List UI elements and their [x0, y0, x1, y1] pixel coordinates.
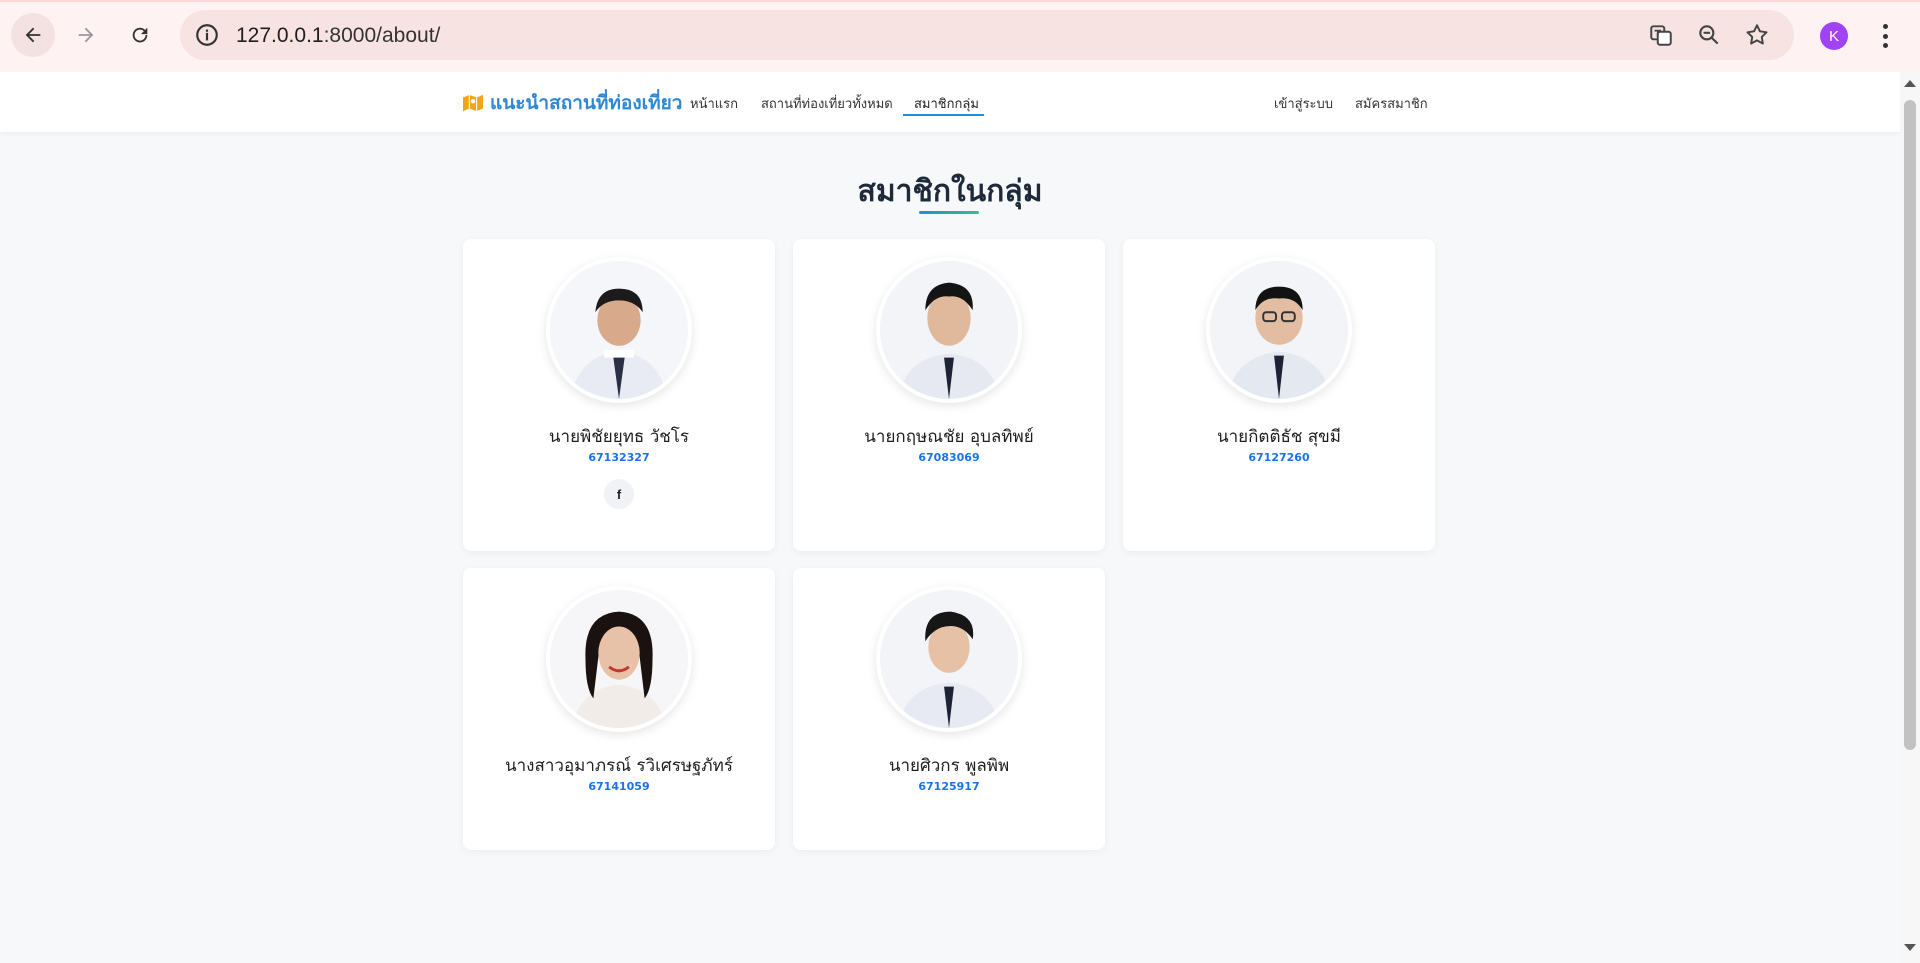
- member-card: นางสาวอุมาภรณ์ รวิเศรษฐภัทร์ 67141059: [463, 568, 775, 850]
- nav-link-members[interactable]: สมาชิกกลุ่ม: [914, 93, 979, 114]
- login-link[interactable]: เข้าสู่ระบบ: [1274, 93, 1333, 114]
- forward-arrow-icon: [78, 27, 94, 43]
- member-name: นายพิชัยยุทธ วัชโร: [548, 427, 690, 447]
- url-path: :8000/about/: [323, 24, 441, 47]
- site-navbar: แนะนำสถานที่ท่องเที่ยว หน้าแรก สถานที่ท่…: [0, 72, 1900, 132]
- nav-active-indicator: [903, 114, 984, 116]
- scrollbar-thumb[interactable]: [1904, 100, 1916, 750]
- nav-link-home[interactable]: หน้าแรก: [690, 93, 738, 114]
- brand-text: แนะนำสถานที่ท่องเที่ยว: [490, 92, 683, 114]
- member-id: 67125917: [918, 780, 980, 793]
- translate-icon[interactable]: [1648, 22, 1674, 48]
- bookmark-star-icon[interactable]: [1744, 22, 1770, 48]
- member-id: 67127260: [1248, 451, 1310, 464]
- url-host: 127.0.0.1: [236, 24, 324, 47]
- member-id: 67141059: [588, 780, 650, 793]
- browser-menu-icon[interactable]: [1875, 20, 1895, 52]
- nav-link-all-places[interactable]: สถานที่ท่องเที่ยวทั้งหมด: [761, 93, 893, 114]
- reload-button[interactable]: [118, 13, 162, 57]
- member-card: นายกิตติธัช สุขมี 67127260: [1123, 239, 1435, 551]
- profile-avatar[interactable]: K: [1820, 22, 1848, 50]
- member-card: นายกฤษณชัย อุบลทิพย์ 67083069: [793, 239, 1105, 551]
- member-card: นายศิวกร พูลพิพ 67125917: [793, 568, 1105, 850]
- member-photo: [546, 586, 692, 732]
- url-text[interactable]: 127.0.0.1:8000/about/: [236, 24, 440, 48]
- member-photo: [546, 257, 692, 403]
- site-info-icon[interactable]: [194, 22, 220, 48]
- title-underline: [919, 211, 979, 214]
- browser-toolbar: 127.0.0.1:8000/about/ K: [0, 0, 1920, 72]
- member-photo: [1206, 257, 1352, 403]
- member-name: นายกิตติธัช สุขมี: [1216, 427, 1342, 447]
- member-id: 67132327: [588, 451, 650, 464]
- back-button[interactable]: [11, 13, 55, 57]
- member-photo: [876, 257, 1022, 403]
- forward-button[interactable]: [64, 13, 108, 57]
- member-name: นางสาวอุมาภรณ์ รวิเศรษฐภัทร์: [505, 756, 733, 776]
- scroll-down-icon[interactable]: [1904, 944, 1916, 951]
- page-viewport: แนะนำสถานที่ท่องเที่ยว หน้าแรก สถานที่ท่…: [0, 72, 1900, 963]
- map-icon: [463, 94, 483, 112]
- page-scrollbar[interactable]: [1900, 72, 1920, 963]
- page-title: สมาชิกในกลุ่ม: [857, 174, 1043, 209]
- brand-link[interactable]: แนะนำสถานที่ท่องเที่ยว: [462, 88, 682, 118]
- zoom-out-icon[interactable]: [1696, 22, 1722, 48]
- register-link[interactable]: สมัครสมาชิก: [1355, 93, 1428, 114]
- member-photo: [876, 586, 1022, 732]
- tab-strip-edge: [0, 0, 1920, 2]
- address-bar[interactable]: 127.0.0.1:8000/about/: [180, 10, 1794, 60]
- facebook-icon[interactable]: f: [604, 479, 634, 509]
- member-card: นายพิชัยยุทธ วัชโร 67132327 f: [463, 239, 775, 551]
- member-id: 67083069: [918, 451, 980, 464]
- member-name: นายกฤษณชัย อุบลทิพย์: [864, 427, 1034, 447]
- back-arrow-icon: [25, 27, 41, 43]
- reload-icon: [132, 27, 148, 43]
- member-name: นายศิวกร พูลพิพ: [888, 756, 1010, 776]
- scroll-up-icon[interactable]: [1904, 80, 1916, 87]
